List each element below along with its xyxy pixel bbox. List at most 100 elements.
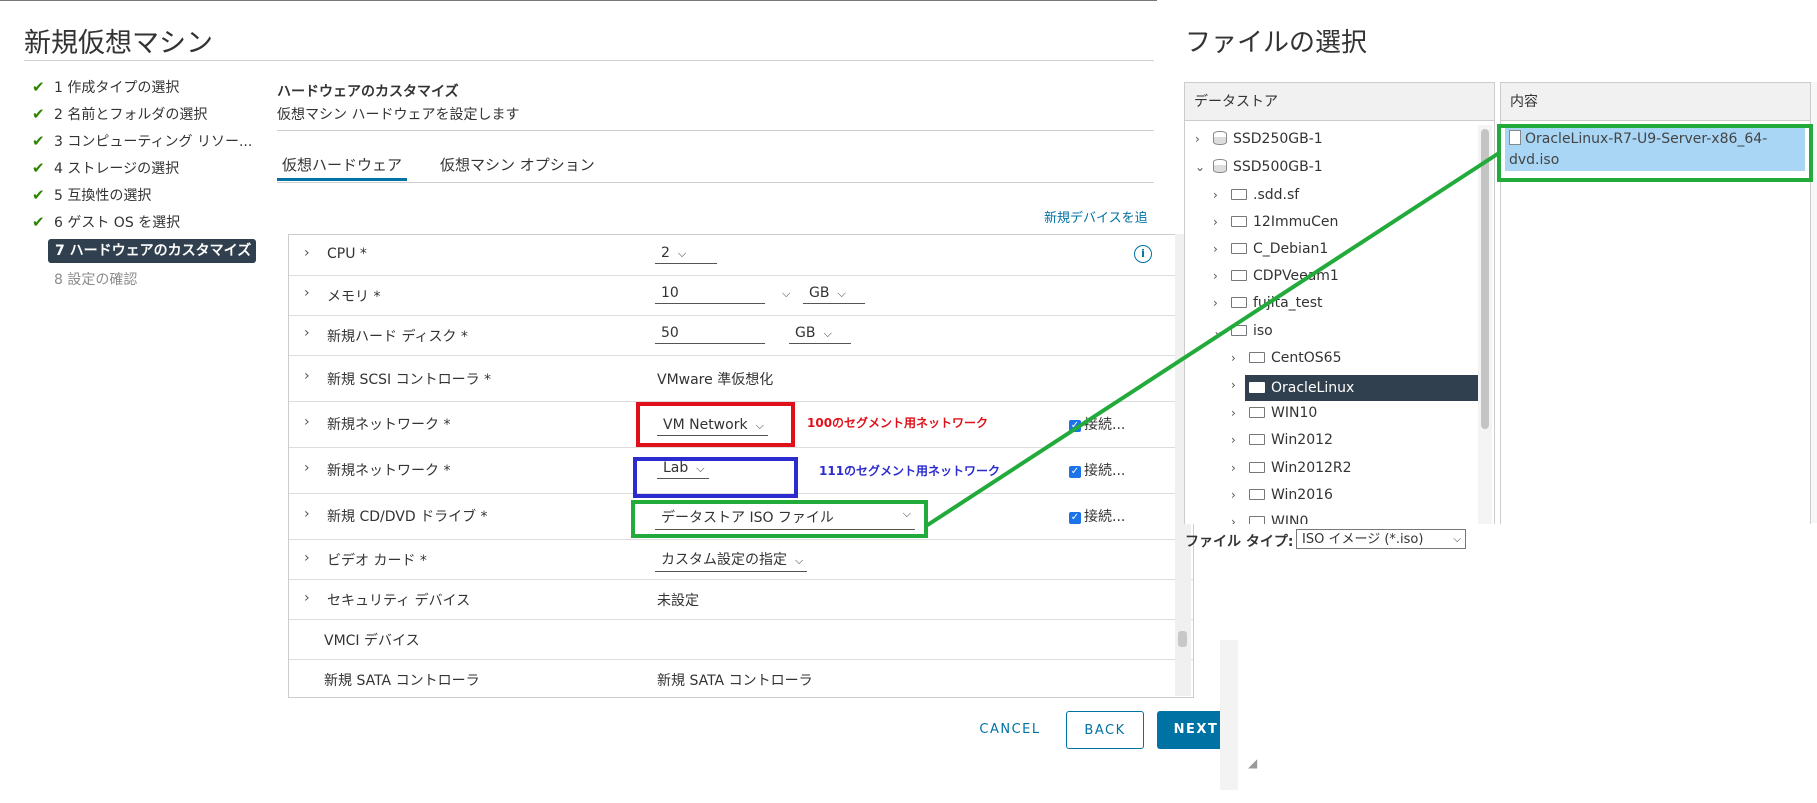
folder-icon [1249,352,1265,363]
network-2-select[interactable]: Lab ⌵ [657,460,709,479]
connect-label: 接続... [1084,463,1126,479]
grid-scrollbar-thumb[interactable] [1178,631,1187,647]
tree-item[interactable]: › fujita_test [1213,295,1323,311]
step-5[interactable]: ✔ 5 互換性の選択 [32,185,151,205]
connect-checkbox-3[interactable]: ✓ 接続... [1069,506,1125,526]
row-label: 新規 SCSI コントローラ * [327,372,492,388]
tree-item[interactable]: ⌄ SSD500GB-1 [1195,159,1323,175]
chevron-right-icon[interactable]: › [1195,132,1213,146]
tab-vm-options[interactable]: 仮想マシン オプション [440,154,595,175]
disk-unit-select[interactable]: GB ⌵ [789,325,851,344]
tree-item[interactable]: › Win2012R2 [1231,460,1352,476]
step-3[interactable]: ✔ 3 コンピューティング リソー... [32,131,252,151]
step-7-active[interactable]: 7 ハードウェアのカスタマイズ [48,239,256,263]
chevron-right-icon[interactable]: › [304,506,310,522]
tree-item[interactable]: › 12ImmuCen [1213,214,1338,230]
file-type-value: ISO イメージ (*.iso) [1302,532,1424,547]
chevron-down-icon[interactable]: ⌄ [1213,324,1231,338]
datastore-header: データストア [1185,83,1494,121]
chevron-right-icon[interactable]: › [304,550,310,566]
resize-grip-icon[interactable]: ◢ [1248,756,1257,770]
tree-item[interactable]: › WIN10 [1231,405,1317,421]
chevron-right-icon[interactable]: › [1213,215,1231,229]
memory-unit-select[interactable]: GB ⌵ [803,285,865,304]
chevron-right-icon[interactable]: › [304,460,310,476]
chevron-right-icon[interactable]: › [1213,242,1231,256]
chevron-right-icon[interactable]: › [1213,269,1231,283]
tree-item[interactable]: › WIN0 [1231,514,1308,524]
step-6[interactable]: ✔ 6 ゲスト OS を選択 [32,212,180,232]
chevron-right-icon[interactable]: › [304,590,310,606]
memory-unit: GB [809,285,830,301]
chevron-right-icon[interactable]: › [304,325,310,341]
tree-item[interactable]: › .sdd.sf [1213,187,1299,203]
tree-item[interactable]: ⌄ iso [1213,323,1273,339]
memory-input[interactable]: 10 [655,285,765,304]
chevron-right-icon[interactable]: › [1231,433,1249,447]
chevron-down-icon[interactable]: ⌵ [782,287,790,301]
tab-virtual-hardware[interactable]: 仮想ハードウェア [282,154,402,175]
chevron-right-icon[interactable]: › [304,245,310,261]
checkbox-icon: ✓ [1069,466,1081,478]
tree-item[interactable]: › CentOS65 [1231,350,1341,366]
chevron-right-icon[interactable]: › [304,368,310,384]
step-4[interactable]: ✔ 4 ストレージの選択 [32,158,179,178]
connect-checkbox-2[interactable]: ✓ 接続... [1069,460,1125,480]
sata-value: 新規 SATA コントローラ [657,673,813,689]
selected-file-item[interactable]: OracleLinux-R7-U9-Server-x86_64-dvd.iso [1505,127,1805,171]
chevron-right-icon[interactable]: › [1231,488,1249,502]
row-label: 新規ネットワーク * [327,417,451,433]
row-scsi-controller: › 新規 SCSI コントローラ * VMware 準仮想化 [289,355,1193,402]
chevron-right-icon[interactable]: › [1213,296,1231,310]
tree-item-label: Win2012R2 [1271,460,1352,476]
cancel-button[interactable]: CANCEL [960,711,1060,749]
tree-item-label: fujita_test [1253,295,1323,311]
row-memory: › メモリ * 10 ⌵ GB ⌵ [289,275,1193,316]
add-new-device-link[interactable]: 新規デバイスを追 [1044,207,1148,226]
chevron-right-icon[interactable]: › [1231,351,1249,365]
network-1-select[interactable]: VM Network ⌵ [657,417,768,436]
chevron-right-icon[interactable]: › [1231,461,1249,475]
chevron-right-icon[interactable]: › [1213,188,1231,202]
step-label: 3 コンピューティング リソー... [54,134,253,150]
chevron-down-icon: ⌵ [823,327,832,340]
step-1[interactable]: ✔ 1 作成タイプの選択 [32,77,179,97]
chevron-right-icon[interactable]: › [304,414,310,430]
back-button[interactable]: BACK [1066,711,1144,749]
background-shade [1220,640,1238,790]
tree-item[interactable]: › Win2016 [1231,487,1333,503]
chevron-right-icon[interactable]: › [1231,378,1249,392]
row-label: セキュリティ デバイス [327,593,471,609]
row-label: 新規 CD/DVD ドライブ * [327,509,488,525]
chevron-down-icon: ⌵ [677,247,687,260]
chevron-right-icon[interactable]: › [1231,406,1249,420]
chevron-down-icon[interactable]: ⌄ [1195,160,1213,174]
folder-icon [1231,270,1247,281]
connect-checkbox-1[interactable]: ✓ 接続... [1069,414,1125,434]
tree-item-selected[interactable]: OracleLinux [1245,375,1478,401]
chevron-right-icon[interactable]: › [1231,515,1249,524]
tree-item[interactable]: › SSD250GB-1 [1195,131,1323,147]
title-divider [24,60,1154,61]
tree-item[interactable]: › CDPVeeam1 [1213,268,1339,284]
chevron-down-icon: ⌵ [795,554,804,567]
file-type-select[interactable]: ISO イメージ (*.iso) ⌵ [1296,529,1466,549]
info-icon[interactable]: i [1134,245,1152,263]
disk-size-input[interactable]: 50 [655,325,765,344]
tree-item[interactable]: › Win2012 [1231,432,1333,448]
cpu-select[interactable]: 2 ⌵ [655,245,717,264]
tree-item[interactable]: › C_Debian1 [1213,241,1328,257]
file-type-label: ファイル タイプ: [1185,534,1294,550]
step-2[interactable]: ✔ 2 名前とフォルダの選択 [32,104,207,124]
tree-item-chevron[interactable]: › [1231,377,1249,393]
chevron-down-icon: ⌵ [755,419,764,432]
datastore-scrollbar-thumb[interactable] [1481,129,1489,429]
tree-item-label: CentOS65 [1271,350,1342,366]
content-pane: 内容 OracleLinux-R7-U9-Server-x86_64-dvd.i… [1500,82,1811,524]
active-tab-indicator [277,178,407,181]
chevron-right-icon[interactable]: › [304,285,310,301]
video-card-select[interactable]: カスタム設定の指定 ⌵ [655,549,808,572]
cpu-value: 2 [661,245,670,261]
folder-icon [1231,243,1247,254]
cd-dvd-select[interactable]: データストア ISO ファイル ⌵ [655,507,915,530]
